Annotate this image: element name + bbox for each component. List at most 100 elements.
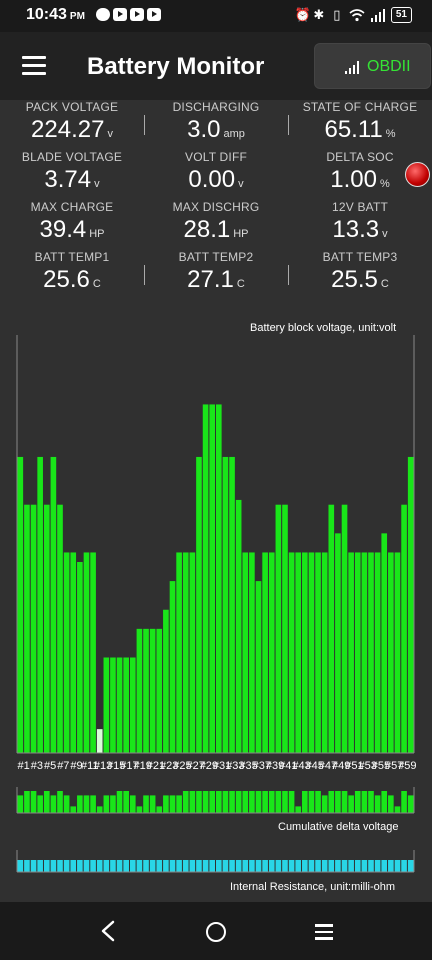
youtube-icon [113, 8, 127, 21]
metric-unit: % [385, 128, 396, 140]
resistance-bar [24, 860, 30, 872]
resistance-bar [394, 860, 401, 872]
home-icon[interactable] [206, 922, 226, 942]
metric-unit: C [380, 278, 389, 290]
resistance-bar [129, 860, 136, 872]
bluetooth-icon: ✱ [313, 7, 325, 22]
metric-card: 12V BATT 13.3 v [288, 200, 432, 244]
metric-card: MAX DISCHRG 28.1 HP [144, 200, 288, 244]
delta-bar [17, 795, 24, 813]
voltage-bar [110, 657, 116, 753]
metric-value: 3.74 [44, 166, 92, 193]
resistance-bar [143, 860, 149, 872]
delta-bar [143, 795, 149, 813]
metric-value: 1.00 [330, 166, 377, 193]
resistance-bar [288, 860, 295, 872]
metric-value: 13.3 [332, 216, 380, 243]
back-icon[interactable] [100, 920, 116, 942]
divider [144, 115, 145, 135]
resistance-bar [63, 860, 70, 872]
resistance-bar [90, 860, 96, 872]
metric-value: 25.5 [331, 266, 378, 293]
divider [144, 265, 145, 285]
metric-label: BATT TEMP1 [34, 250, 110, 264]
resistance-bar [315, 860, 321, 872]
voltage-bar [129, 657, 136, 753]
voltage-bar [196, 456, 202, 753]
obd-connect-button[interactable]: OBDII [314, 43, 431, 89]
voltage-bar [335, 533, 341, 753]
voltage-bar [136, 628, 143, 753]
youtube-icon [130, 8, 144, 21]
notification-icons [96, 8, 161, 21]
delta-bar [249, 791, 255, 813]
delta-bar [163, 795, 169, 813]
x-tick-label: #7 [57, 760, 69, 772]
metric-value-row: 3.74 v [0, 166, 144, 194]
voltage-bar [176, 552, 182, 753]
resistance-bar [149, 860, 156, 872]
delta-bar [308, 791, 315, 813]
delta-bar [401, 791, 407, 813]
delta-bar [149, 795, 156, 813]
vibrate-icon: ▯ [333, 7, 341, 22]
delta-bar [407, 795, 414, 813]
metric-card: BATT TEMP1 25.6 C [0, 250, 144, 294]
delta-bar [50, 795, 57, 813]
voltage-bar [83, 552, 90, 753]
voltage-bar [17, 456, 24, 753]
block-voltage-chart-title: Battery block voltage, unit:volt [250, 322, 397, 334]
metric-unit: v [94, 178, 100, 190]
voltage-bar [96, 729, 103, 754]
resistance-bar [30, 860, 37, 872]
metric-label: MAX CHARGE [30, 200, 114, 214]
metric-card: STATE OF CHARGE 65.11% [288, 100, 432, 144]
resistance-bar [374, 860, 381, 872]
resistance-bar [83, 860, 90, 872]
resistance-bar [96, 860, 103, 872]
menu-icon[interactable] [22, 56, 46, 76]
record-button[interactable] [405, 162, 430, 187]
delta-bar [83, 795, 90, 813]
voltage-bar [321, 552, 328, 753]
voltage-bar [368, 552, 374, 753]
x-tick-label: #59 [398, 760, 416, 772]
metric-value-row: 25.5 C [288, 266, 432, 294]
resistance-bar [202, 860, 209, 872]
metric-value: 25.6 [43, 266, 90, 293]
voltage-bar [388, 552, 394, 753]
delta-bar [103, 795, 110, 813]
metric-label: BATT TEMP2 [178, 250, 254, 264]
voltage-bar [123, 657, 129, 753]
delta-bar [381, 791, 388, 813]
delta-bar [57, 791, 63, 813]
resistance-bar [348, 860, 354, 872]
metric-label: VOLT DIFF [184, 150, 248, 164]
resistance-bar [268, 860, 275, 872]
metric-label: BATT TEMP3 [322, 250, 398, 264]
metric-card: BATT TEMP3 25.5 C [288, 250, 432, 294]
voltage-bar [43, 504, 50, 753]
resistance-bar [308, 860, 315, 872]
delta-bar [315, 791, 321, 813]
voltage-bar [50, 456, 57, 753]
metric-value-row: 0.00 v [144, 166, 288, 194]
signal-icon [370, 9, 385, 22]
voltage-bar [116, 657, 123, 753]
metric-label: BLADE VOLTAGE [21, 150, 123, 164]
resistance-bar [50, 860, 57, 872]
x-tick-label: #3 [31, 760, 43, 772]
resistance-bar [401, 860, 407, 872]
metric-card: BLADE VOLTAGE 3.74 v [0, 150, 144, 194]
voltage-bar [57, 504, 63, 753]
voltage-bar [77, 562, 83, 753]
delta-bar [96, 806, 103, 813]
delta-bar [354, 791, 361, 813]
recents-icon[interactable] [315, 924, 333, 944]
delta-bar [110, 795, 116, 813]
metric-unit: v [107, 128, 113, 140]
metric-label: PACK VOLTAGE [25, 100, 119, 114]
resistance-bar [229, 860, 235, 872]
metric-value-row: 39.4 HP [0, 216, 144, 244]
resistance-bar [110, 860, 116, 872]
